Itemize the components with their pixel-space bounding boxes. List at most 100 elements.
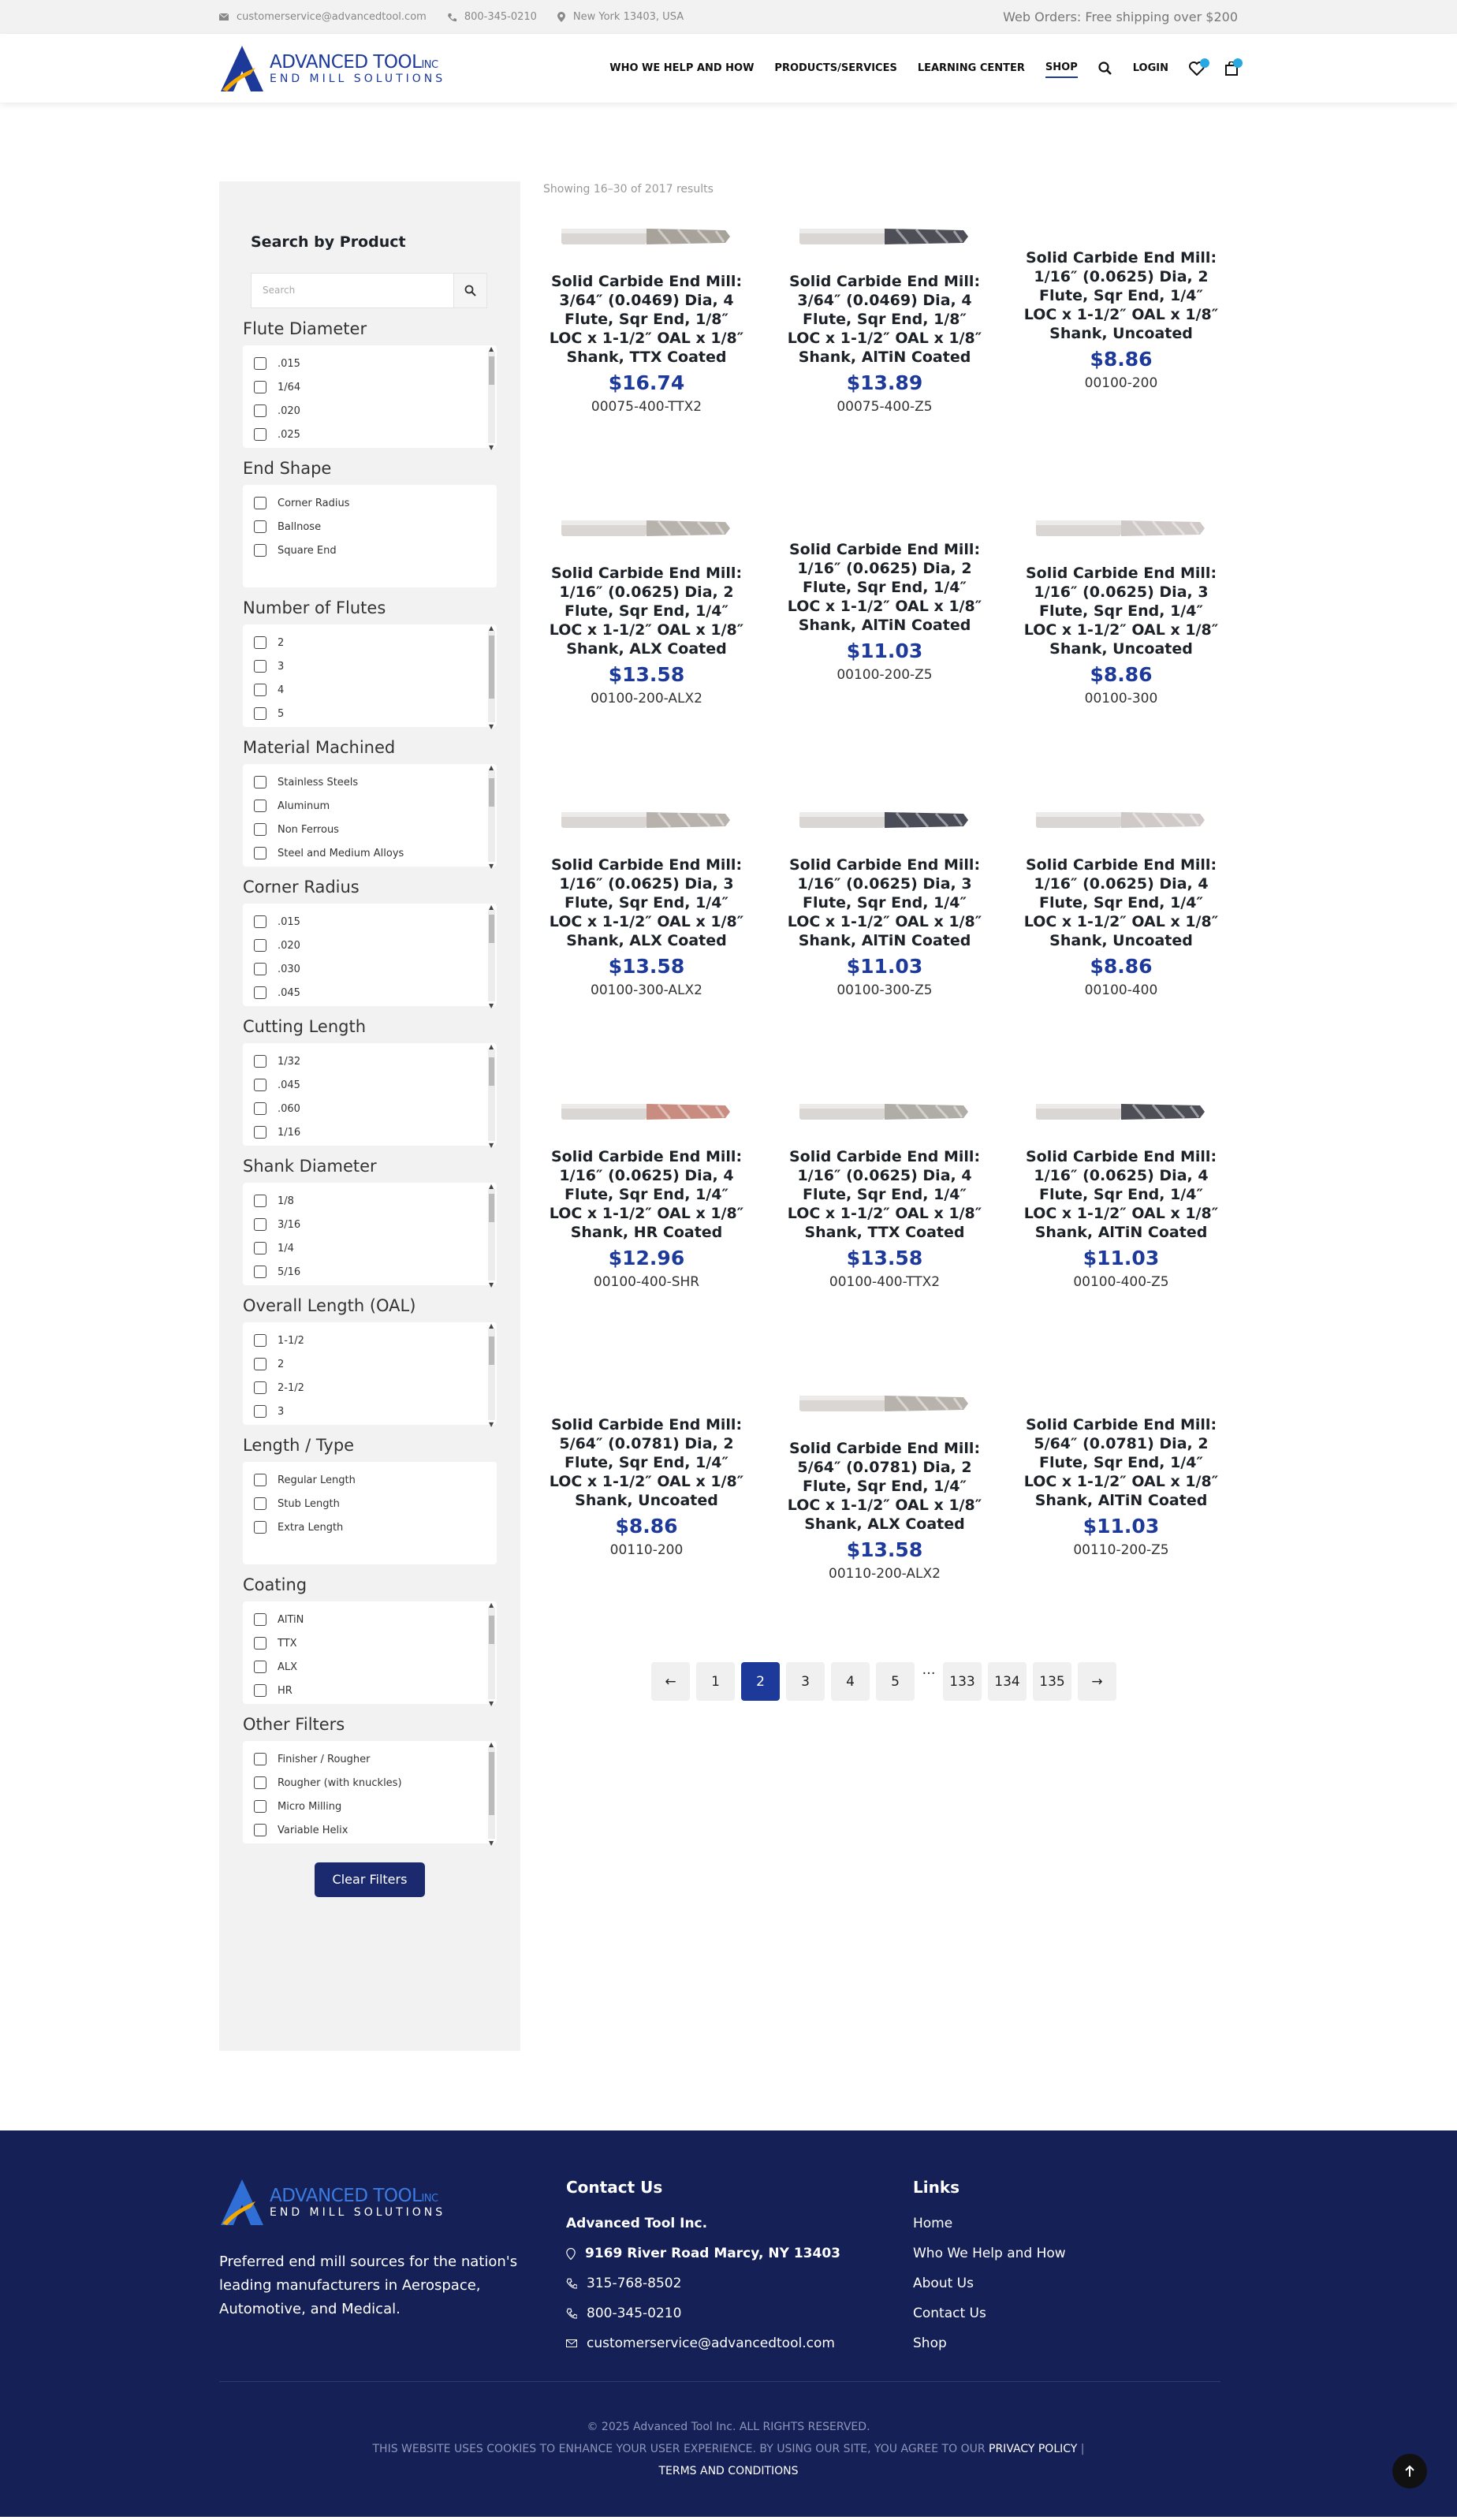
filter-option[interactable]: 2 — [254, 631, 486, 654]
nav-who-we-help[interactable]: WHO WE HELP AND HOW — [609, 59, 754, 77]
checkbox[interactable] — [254, 1753, 266, 1765]
checkbox[interactable] — [254, 660, 266, 673]
checkbox[interactable] — [254, 1661, 266, 1673]
checkbox[interactable] — [254, 1521, 266, 1534]
filter-option[interactable]: Steel and Medium Alloys — [254, 841, 486, 865]
page-next-button[interactable]: → — [1078, 1662, 1116, 1701]
checkbox[interactable] — [254, 847, 266, 859]
checkbox[interactable] — [254, 1266, 266, 1278]
filter-option[interactable]: HR — [254, 1679, 486, 1702]
scroll-down-icon[interactable]: ▼ — [489, 1281, 494, 1288]
checkbox[interactable] — [254, 800, 266, 812]
scroll-up-icon[interactable]: ▲ — [489, 1043, 494, 1050]
product-title[interactable]: Solid Carbide End Mill: 5/64″ (0.0781) D… — [1023, 1415, 1220, 1510]
checkbox[interactable] — [254, 1242, 266, 1254]
product-image[interactable] — [786, 800, 983, 840]
filter-option[interactable]: Finisher / Rougher — [254, 1747, 486, 1771]
back-to-top-button[interactable] — [1392, 2454, 1427, 2488]
product-title[interactable]: Solid Carbide End Mill: 1/16″ (0.0625) D… — [1023, 564, 1220, 658]
product-card[interactable]: Solid Carbide End Mill: 1/16″ (0.0625) D… — [786, 540, 983, 683]
product-card[interactable]: Solid Carbide End Mill: 1/16″ (0.0625) D… — [548, 1092, 745, 1290]
nav-login[interactable]: LOGIN — [1133, 59, 1168, 77]
filter-option[interactable]: AlTiN — [254, 1608, 486, 1631]
product-image[interactable] — [548, 1092, 745, 1131]
checkbox[interactable] — [254, 915, 266, 928]
filter-option[interactable]: .020 — [254, 399, 486, 423]
terms-link[interactable]: TERMS AND CONDITIONS — [658, 2465, 798, 2477]
search-icon[interactable] — [1098, 61, 1112, 76]
filter-option[interactable]: 5 — [254, 702, 486, 725]
filter-option[interactable]: Square End — [254, 539, 486, 562]
filter-option[interactable]: Corner Radius — [254, 491, 486, 515]
filter-option[interactable]: .020 — [254, 934, 486, 957]
filter-option[interactable]: Regular Length — [254, 1468, 486, 1492]
product-card[interactable]: Solid Carbide End Mill: 1/16″ (0.0625) D… — [548, 509, 745, 706]
scrollbar[interactable]: ▲ ▼ — [488, 345, 495, 451]
product-title[interactable]: Solid Carbide End Mill: 5/64″ (0.0781) D… — [548, 1415, 745, 1510]
checkbox[interactable] — [254, 381, 266, 393]
scrollbar-thumb[interactable] — [489, 1752, 494, 1815]
footer-link[interactable]: About Us — [913, 2276, 1066, 2291]
scrollbar-thumb[interactable] — [489, 1057, 494, 1086]
checkbox[interactable] — [254, 1358, 266, 1370]
product-title[interactable]: Solid Carbide End Mill: 1/16″ (0.0625) D… — [1023, 856, 1220, 950]
product-image[interactable] — [786, 1384, 983, 1423]
checkbox[interactable] — [254, 1055, 266, 1068]
page-number-button[interactable]: 134 — [988, 1662, 1027, 1701]
checkbox[interactable] — [254, 1218, 266, 1231]
product-title[interactable]: Solid Carbide End Mill: 3/64″ (0.0469) D… — [786, 272, 983, 367]
checkbox[interactable] — [254, 776, 266, 788]
page-number-button[interactable]: 4 — [831, 1662, 870, 1701]
filter-option[interactable]: Ballnose — [254, 515, 486, 539]
filter-option[interactable]: 1/16 — [254, 1120, 486, 1144]
scroll-up-icon[interactable]: ▲ — [489, 904, 494, 911]
checkbox[interactable] — [254, 1824, 266, 1836]
footer-email[interactable]: customerservice@advancedtool.com — [566, 2335, 840, 2351]
topbar-phone[interactable]: 800-345-0210 — [447, 11, 537, 23]
scroll-down-icon[interactable]: ▼ — [489, 723, 494, 730]
checkbox[interactable] — [254, 963, 266, 975]
scroll-down-icon[interactable]: ▼ — [489, 1421, 494, 1428]
filter-option[interactable]: .045 — [254, 981, 486, 1005]
product-card[interactable]: Solid Carbide End Mill: 1/16″ (0.0625) D… — [1023, 248, 1220, 391]
page-number-button[interactable]: 135 — [1033, 1662, 1071, 1701]
product-title[interactable]: Solid Carbide End Mill: 1/16″ (0.0625) D… — [548, 856, 745, 950]
scrollbar-thumb[interactable] — [489, 636, 494, 699]
product-image[interactable] — [548, 217, 745, 256]
product-card[interactable]: Solid Carbide End Mill: 1/16″ (0.0625) D… — [1023, 1092, 1220, 1290]
scroll-down-icon[interactable]: ▼ — [489, 444, 494, 451]
product-image[interactable] — [786, 1092, 983, 1131]
product-title[interactable]: Solid Carbide End Mill: 1/16″ (0.0625) D… — [1023, 248, 1220, 343]
scrollbar-thumb[interactable] — [489, 1194, 494, 1222]
scrollbar-thumb[interactable] — [489, 915, 494, 943]
scrollbar[interactable]: ▲ ▼ — [488, 1322, 495, 1428]
product-title[interactable]: Solid Carbide End Mill: 1/16″ (0.0625) D… — [548, 564, 745, 658]
nav-shop[interactable]: SHOP — [1045, 58, 1078, 78]
filter-option[interactable]: TTX — [254, 1631, 486, 1655]
checkbox[interactable] — [254, 684, 266, 696]
filter-option[interactable]: 3/16 — [254, 1213, 486, 1236]
filter-option[interactable]: ALX — [254, 1655, 486, 1679]
scroll-up-icon[interactable]: ▲ — [489, 1322, 494, 1329]
checkbox[interactable] — [254, 357, 266, 370]
scroll-up-icon[interactable]: ▲ — [489, 345, 494, 352]
product-title[interactable]: Solid Carbide End Mill: 1/16″ (0.0625) D… — [548, 1147, 745, 1242]
checkbox[interactable] — [254, 1497, 266, 1510]
product-card[interactable]: Solid Carbide End Mill: 1/16″ (0.0625) D… — [548, 800, 745, 998]
checkbox[interactable] — [254, 1195, 266, 1207]
scrollbar[interactable]: ▲ ▼ — [488, 764, 495, 870]
filter-option[interactable]: 3 — [254, 654, 486, 678]
logo[interactable]: ADVANCED TOOLINC END MILL SOLUTIONS — [219, 44, 445, 93]
footer-logo[interactable]: ADVANCED TOOLINC END MILL SOLUTIONS — [219, 2178, 535, 2227]
checkbox[interactable] — [254, 1334, 266, 1347]
product-image[interactable] — [1023, 509, 1220, 548]
filter-option[interactable]: .025 — [254, 423, 486, 446]
filter-option[interactable]: .060 — [254, 1097, 486, 1120]
page-number-button[interactable]: 1 — [696, 1662, 735, 1701]
clear-filters-button[interactable]: Clear Filters — [315, 1862, 425, 1897]
product-card[interactable]: Solid Carbide End Mill: 1/16″ (0.0625) D… — [1023, 509, 1220, 706]
checkbox[interactable] — [254, 428, 266, 441]
wishlist-heart-icon[interactable] — [1189, 58, 1209, 76]
product-card[interactable]: Solid Carbide End Mill: 1/16″ (0.0625) D… — [1023, 800, 1220, 998]
product-image[interactable] — [1023, 800, 1220, 840]
